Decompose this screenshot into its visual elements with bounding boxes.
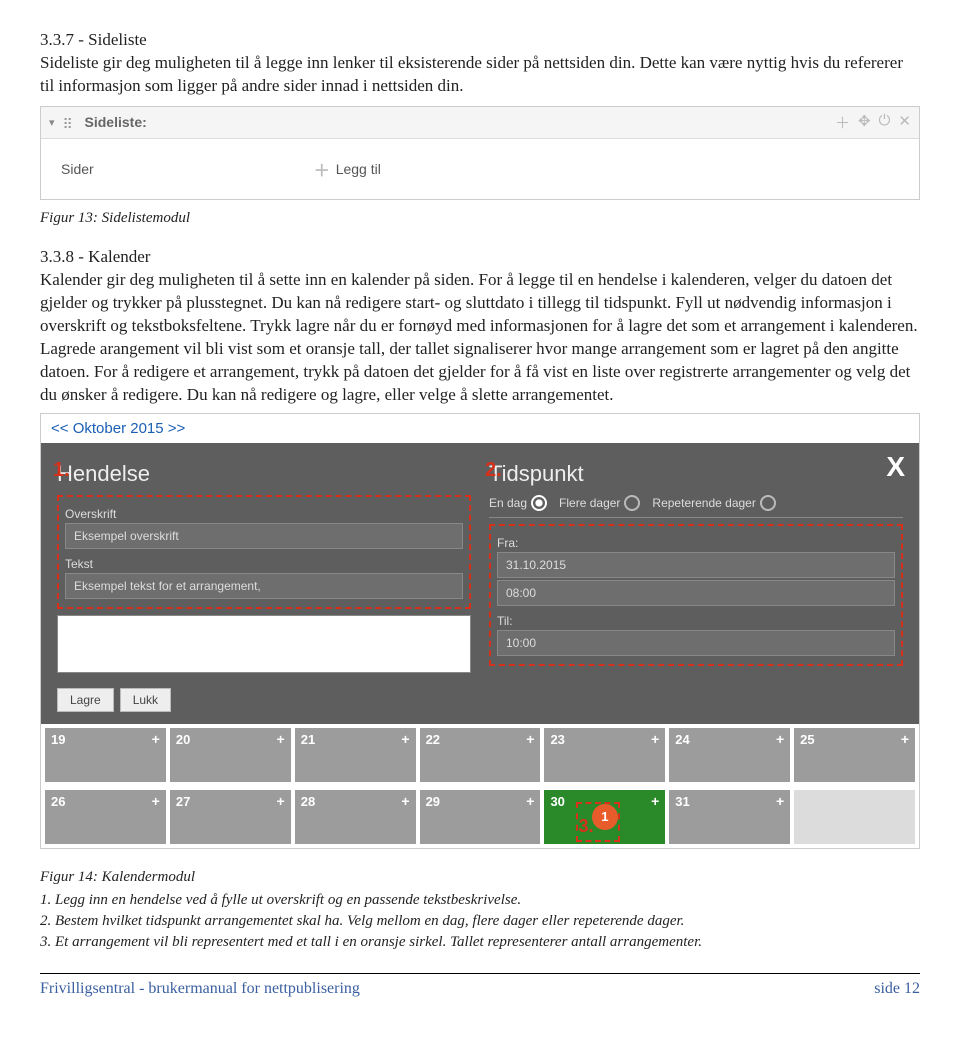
add-page-button[interactable]: ＋ Legg til — [314, 157, 381, 181]
tekst-textarea[interactable] — [57, 615, 471, 673]
plus-icon[interactable]: + — [526, 731, 534, 747]
footer-page: side 12 — [874, 980, 920, 998]
power-icon[interactable]: ⏻ — [879, 112, 891, 133]
day-cell[interactable]: 25+ — [794, 728, 915, 782]
calendar-prev[interactable]: << — [51, 420, 69, 437]
hendelse-column: 1. Hendelse Overskrift Tekst — [57, 457, 471, 678]
calendar-next[interactable]: >> — [168, 420, 186, 437]
calendar-event-panel: X 1. Hendelse Overskrift Tekst 2. Tidspu… — [41, 443, 919, 724]
calendar-month[interactable]: Oktober 2015 — [73, 420, 164, 437]
tidspunkt-column: 2. Tidspunkt En dag Flere dager Repetere… — [489, 457, 903, 678]
plus-icon[interactable]: + — [776, 731, 784, 747]
radio-icon — [624, 495, 640, 511]
figure-14-caption: Figur 14: Kalendermodul 1. Legg inn en h… — [40, 867, 920, 953]
sideliste-header: ▾ Sideliste: ＋ ✥ ⏻ ✕ — [41, 107, 919, 139]
day-cell-disabled — [794, 790, 915, 844]
close-icon[interactable]: ✕ — [898, 112, 911, 133]
day-cell[interactable]: 22+ — [420, 728, 541, 782]
add-icon[interactable]: ＋ — [835, 112, 850, 133]
tidspunkt-title: Tidspunkt — [489, 461, 903, 487]
plus-icon[interactable]: + — [776, 793, 784, 809]
move-icon[interactable]: ✥ — [858, 112, 871, 133]
overskrift-input[interactable] — [65, 523, 463, 549]
annotation-box-2: Fra: Til: — [489, 524, 903, 666]
day-cell[interactable]: 29+ — [420, 790, 541, 844]
hendelse-title: Hendelse — [57, 461, 471, 487]
sideliste-module: ▾ Sideliste: ＋ ✥ ⏻ ✕ Sider ＋ Legg til — [40, 106, 920, 200]
figure-14-line2: 2. Bestem hvilket tidspunkt arrangemente… — [40, 911, 920, 932]
sider-label: Sider — [61, 161, 94, 177]
plus-icon[interactable]: + — [152, 731, 160, 747]
section-heading-338: 3.3.8 - Kalender — [40, 247, 920, 267]
figure-14-line3: 3. Et arrangement vil bli representert m… — [40, 932, 920, 953]
plus-icon[interactable]: + — [901, 731, 909, 747]
plus-icon[interactable]: + — [651, 793, 659, 809]
annotation-2: 2. — [485, 459, 502, 482]
day-cell[interactable]: 26+ — [45, 790, 166, 844]
tekst-input-preview[interactable] — [65, 573, 463, 599]
opt-en-dag[interactable]: En dag — [489, 495, 547, 511]
save-button[interactable]: Lagre — [57, 688, 114, 712]
day-cell[interactable]: 31+ — [669, 790, 790, 844]
day-cell[interactable]: 21+ — [295, 728, 416, 782]
fra-label: Fra: — [497, 536, 895, 550]
plus-icon[interactable]: + — [152, 793, 160, 809]
calendar-row: 26+ 27+ 28+ 29+ 30+ 3. 1 31+ — [41, 786, 919, 848]
page-footer: Frivilligsentral - brukermanual for nett… — [40, 973, 920, 998]
plus-icon[interactable]: + — [277, 793, 285, 809]
day-cell[interactable]: 23+ — [544, 728, 665, 782]
plus-icon: ＋ — [314, 157, 330, 181]
overskrift-label: Overskrift — [65, 507, 463, 521]
calendar-grid: 19+ 20+ 21+ 22+ 23+ 24+ 25+ 26+ 27+ 28+ … — [41, 724, 919, 848]
day-cell[interactable]: 27+ — [170, 790, 291, 844]
fra-time-input[interactable] — [497, 580, 895, 606]
calendar-row: 19+ 20+ 21+ 22+ 23+ 24+ 25+ — [41, 724, 919, 786]
timing-options: En dag Flere dager Repeterende dager — [489, 495, 903, 518]
fra-date-input[interactable] — [497, 552, 895, 578]
plus-icon[interactable]: + — [651, 731, 659, 747]
figure-14-line1: 1. Legg inn en hendelse ved å fylle ut o… — [40, 890, 920, 911]
figure-13-caption: Figur 13: Sidelistemodul — [40, 210, 920, 227]
radio-icon — [531, 495, 547, 511]
calendar-nav: << Oktober 2015 >> — [41, 414, 919, 443]
plus-icon[interactable]: + — [526, 793, 534, 809]
til-time-input[interactable] — [497, 630, 895, 656]
day-cell-active[interactable]: 30+ 3. 1 — [544, 790, 665, 844]
tekst-label: Tekst — [65, 557, 463, 571]
til-label: Til: — [497, 614, 895, 628]
grip-icon[interactable] — [63, 116, 77, 128]
section-heading-337: 3.3.7 - Sideliste — [40, 30, 920, 50]
calendar-module: << Oktober 2015 >> X 1. Hendelse Overskr… — [40, 413, 920, 849]
annotation-3: 3. — [578, 816, 593, 837]
footer-title: Frivilligsentral - brukermanual for nett… — [40, 980, 360, 998]
event-count-badge[interactable]: 1 — [592, 804, 618, 830]
radio-icon — [760, 495, 776, 511]
close-button[interactable]: Lukk — [120, 688, 171, 712]
day-cell[interactable]: 28+ — [295, 790, 416, 844]
annotation-box-1: Overskrift Tekst — [57, 495, 471, 609]
plus-icon[interactable]: + — [401, 731, 409, 747]
section-body-338: Kalender gir deg muligheten til å sette … — [40, 269, 920, 407]
plus-icon[interactable]: + — [277, 731, 285, 747]
day-cell[interactable]: 20+ — [170, 728, 291, 782]
section-body-337: Sideliste gir deg muligheten til å legge… — [40, 52, 920, 98]
sideliste-title: Sideliste: — [85, 114, 147, 130]
day-cell[interactable]: 19+ — [45, 728, 166, 782]
day-cell[interactable]: 24+ — [669, 728, 790, 782]
add-page-label: Legg til — [336, 161, 381, 177]
dropdown-icon[interactable]: ▾ — [49, 116, 55, 129]
annotation-1: 1. — [53, 459, 70, 482]
plus-icon[interactable]: + — [401, 793, 409, 809]
opt-repeterende[interactable]: Repeterende dager — [652, 495, 775, 511]
opt-flere-dager[interactable]: Flere dager — [559, 495, 640, 511]
figure-14-title: Figur 14: Kalendermodul — [40, 867, 920, 888]
